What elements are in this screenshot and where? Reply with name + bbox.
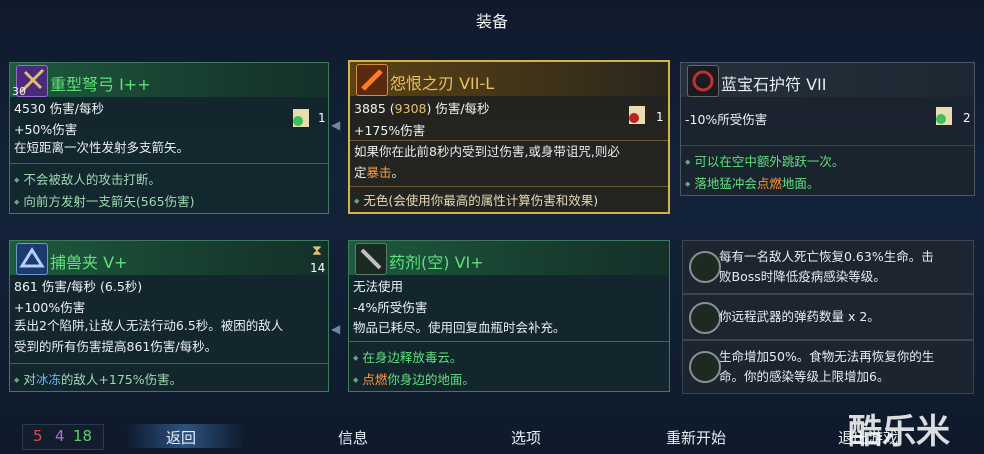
item-stat: 无法使用 bbox=[353, 279, 404, 294]
item-description-line1: 如果你在此前8秒内受到过伤害,或身带诅咒,则必 bbox=[354, 144, 620, 159]
stat-bar: 5 4 18 bbox=[22, 424, 104, 450]
item-dps: 3885 (9308) 伤害/每秒 bbox=[354, 98, 490, 117]
divider bbox=[350, 186, 668, 187]
item-bullet: 无色(会使用你最高的属性计算伤害和效果) bbox=[354, 190, 598, 209]
item-level: 30 bbox=[12, 85, 26, 98]
mutation-line: 命。你的感染等级上限增加6。 bbox=[719, 369, 890, 384]
item-description-line2: 定暴击。 bbox=[354, 162, 660, 183]
stat-tactics: 4 bbox=[55, 427, 65, 445]
item-damage-bonus: +50%伤害 bbox=[14, 122, 78, 137]
mutation-icon bbox=[689, 302, 721, 334]
mutation-line: 每有一名敌人死亡恢复0.63%生命。击 bbox=[719, 249, 934, 264]
desc-text: 。 bbox=[391, 165, 405, 180]
stat-brutality: 5 bbox=[33, 427, 43, 445]
item-bullet: 向前方发射一支箭矢(565伤害) bbox=[14, 191, 194, 210]
bullet-text: 对 bbox=[23, 372, 36, 387]
mutation-text: 你远程武器的弹药数量 x 2。 bbox=[719, 307, 969, 327]
options-button[interactable]: 选项 bbox=[511, 427, 541, 448]
divider bbox=[10, 363, 328, 364]
item-bullet: 在身边释放毒云。 bbox=[353, 347, 462, 366]
mutation-line: 败Boss时降低疫病感染等级。 bbox=[719, 269, 886, 284]
page-title: 装备 bbox=[475, 12, 508, 31]
scroll-count: 2 bbox=[963, 111, 971, 125]
dps-unit: ) 伤害/每秒 bbox=[426, 101, 490, 116]
item-description-line2: 受到的所有伤害提高861伤害/每秒。 bbox=[14, 339, 218, 354]
scroll-count: 1 bbox=[656, 110, 664, 124]
divider bbox=[681, 145, 974, 146]
item-description: 在短距离一次性发射多支箭矢。 bbox=[14, 140, 190, 155]
bullet-text: 在身边释放 bbox=[362, 350, 425, 365]
item-description-line1: 丢出2个陷阱,让敌人无法行动6.5秒。被困的敌人 bbox=[14, 318, 284, 333]
mutation-text: 每有一名敌人死亡恢复0.63%生命。击 败Boss时降低疫病感染等级。 bbox=[719, 247, 969, 287]
item-dps: 861 伤害/每秒 (6.5秒) bbox=[14, 279, 143, 294]
item-card-blade[interactable]: 怨恨之刃 VII-L 3885 (9308) 伤害/每秒 +175%伤害 1 如… bbox=[348, 60, 670, 214]
potion-icon bbox=[355, 243, 387, 275]
hourglass-icon: ⧗ bbox=[312, 243, 322, 259]
item-dps: 4530 伤害/每秒 bbox=[14, 101, 104, 116]
back-button[interactable]: 返回 bbox=[166, 427, 196, 448]
mutation-card[interactable]: 每有一名敌人死亡恢复0.63%生命。击 败Boss时降低疫病感染等级。 bbox=[682, 240, 974, 294]
desc-text: 定 bbox=[354, 165, 367, 180]
item-bullet: 可以在空中额外跳跃一次。 bbox=[685, 151, 844, 170]
item-damage-bonus: +100%伤害 bbox=[14, 300, 86, 315]
bullet-text: 地面。 bbox=[781, 176, 820, 191]
dps-crit: 9308 bbox=[394, 101, 427, 116]
item-name: 捕兽夹 V+ bbox=[50, 253, 128, 272]
item-name: 蓝宝石护符 VII bbox=[721, 75, 827, 94]
bullet-keyword: 毒云 bbox=[424, 350, 450, 365]
desc-crit: 暴击 bbox=[366, 165, 392, 180]
dps-base: 3885 ( bbox=[354, 101, 395, 116]
watermark: 酷乐米 bbox=[848, 412, 950, 452]
mutation-card[interactable]: 你远程武器的弹药数量 x 2。 bbox=[682, 294, 974, 340]
mutation-icon bbox=[689, 351, 721, 383]
item-stat: -4%所受伤害 bbox=[353, 300, 428, 315]
divider bbox=[10, 163, 328, 164]
bullet-text: 落地猛冲会 bbox=[694, 176, 757, 191]
item-bullet: 点燃你身边的地面。 bbox=[353, 369, 475, 388]
item-description: 物品已耗尽。使用回复血瓶时会补充。 bbox=[353, 320, 566, 335]
scroll-icon bbox=[933, 105, 955, 127]
arrow-left-icon: ◀ bbox=[331, 322, 341, 336]
item-name: 怨恨之刃 VII-L bbox=[390, 74, 495, 93]
bullet-keyword: 点燃 bbox=[756, 176, 782, 191]
item-card-amulet[interactable]: 蓝宝石护符 VII -10%所受伤害 2 可以在空中额外跳跃一次。 落地猛冲会点… bbox=[680, 62, 975, 196]
info-button[interactable]: 信息 bbox=[338, 427, 368, 448]
stat-survival: 18 bbox=[73, 427, 93, 445]
mutation-text: 生命增加50%。食物无法再恢复你的生 命。你的感染等级上限增加6。 bbox=[719, 347, 969, 387]
item-bullet: 不会被敌人的攻击打断。 bbox=[14, 169, 161, 188]
item-bullet: 落地猛冲会点燃地面。 bbox=[685, 173, 819, 192]
blade-icon bbox=[356, 64, 388, 96]
scroll-count: 1 bbox=[318, 111, 326, 125]
mutation-line: 你远程武器的弹药数量 x 2。 bbox=[719, 309, 880, 324]
item-bullet: 对冰冻的敌人+175%伤害。 bbox=[14, 369, 182, 388]
bullet-keyword: 冰冻 bbox=[35, 372, 61, 387]
mutation-card[interactable]: 生命增加50%。食物无法再恢复你的生 命。你的感染等级上限增加6。 bbox=[682, 340, 974, 394]
cooldown-count: 14 bbox=[310, 261, 326, 275]
arrow-left-icon: ◀ bbox=[331, 118, 341, 132]
item-stat: -10%所受伤害 bbox=[685, 112, 768, 127]
amulet-icon bbox=[687, 65, 719, 97]
restart-button[interactable]: 重新开始 bbox=[666, 427, 726, 448]
mutation-line: 生命增加50%。食物无法再恢复你的生 bbox=[719, 349, 935, 364]
bullet-keyword: 点燃 bbox=[362, 372, 388, 387]
item-card-trap[interactable]: 捕兽夹 V+ ⧗ 14 861 伤害/每秒 (6.5秒) +100%伤害 丢出2… bbox=[9, 240, 329, 392]
bullet-text: 你身边的地面。 bbox=[387, 372, 475, 387]
mutation-icon bbox=[689, 251, 721, 283]
item-card-potion[interactable]: 药剂(空) VI+ 无法使用 -4%所受伤害 物品已耗尽。使用回复血瓶时会补充。… bbox=[348, 240, 670, 392]
divider bbox=[349, 341, 669, 342]
item-name: 药剂(空) VI+ bbox=[389, 253, 484, 272]
item-card-crossbow[interactable]: 30 重型弩弓 I++ 4530 伤害/每秒 +50%伤害 1 在短距离一次性发… bbox=[9, 62, 329, 214]
item-damage-bonus: +175%伤害 bbox=[354, 123, 426, 138]
scroll-icon bbox=[290, 107, 312, 129]
bullet-text: 。 bbox=[449, 350, 463, 365]
trap-icon bbox=[16, 243, 48, 275]
scroll-icon bbox=[626, 104, 648, 126]
item-name: 重型弩弓 I++ bbox=[50, 75, 151, 94]
bullet-text: 的敌人+175%伤害。 bbox=[60, 372, 183, 387]
